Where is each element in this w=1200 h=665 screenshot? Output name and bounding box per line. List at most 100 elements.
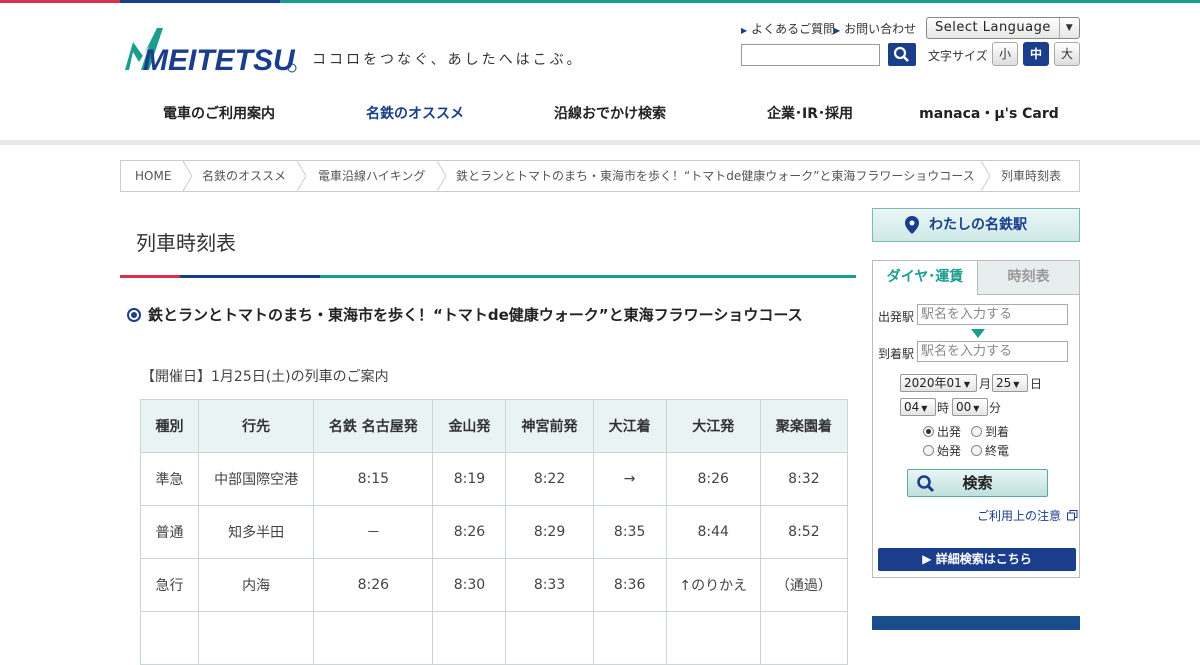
year-month-select[interactable]: 2020年01 ▼: [900, 374, 977, 392]
radio-departure[interactable]: 出発: [923, 423, 961, 440]
table-cell: 準急: [139, 452, 200, 506]
table-header: 種別: [139, 399, 200, 453]
nav-train-guide[interactable]: 電車のご利用案内: [130, 88, 308, 144]
page-title: 列車時刻表: [136, 231, 236, 255]
font-size-medium-button[interactable]: 中: [1023, 42, 1049, 66]
hour-select[interactable]: 04 ▼: [900, 398, 936, 416]
my-meitetsu-station-button[interactable]: わたしの名鉄駅: [872, 208, 1080, 242]
table-header: 大江着: [592, 399, 667, 453]
route-search-button[interactable]: 検索: [907, 469, 1048, 497]
title-underline: [120, 275, 856, 278]
table-cell: →: [592, 452, 667, 506]
table-cell: 8:52: [759, 505, 849, 559]
minute-select[interactable]: 00 ▼: [952, 398, 988, 416]
tab-timetable[interactable]: 時刻表: [977, 261, 1079, 295]
breadcrumb-home[interactable]: HOME: [135, 161, 171, 191]
table-cell: [665, 611, 761, 665]
table-cell: ↑のりかえ: [665, 558, 761, 612]
table-header: 神宮前発: [505, 399, 594, 453]
table-row: 準急 中部国際空港 8:15 8:19 8:22 → 8:26 8:32: [139, 452, 849, 506]
table-cell: 8:19: [432, 452, 507, 506]
bullet-icon: [127, 308, 141, 322]
table-header: 大江発: [665, 399, 761, 453]
nav-manaca[interactable]: manaca・μ's Card: [910, 88, 1068, 144]
table-cell: 8:35: [592, 505, 667, 559]
month-unit: 月: [979, 377, 992, 391]
table-header: 行先: [198, 399, 315, 453]
table-cell: 急行: [139, 558, 200, 612]
event-date: 【開催日】1月25日(土)の列車のご案内: [141, 369, 389, 385]
tagline: ココロをつなぐ、あしたへはこぶ。: [312, 52, 584, 68]
svg-text:MEITETSU: MEITETSU: [143, 44, 296, 74]
table-cell: [505, 611, 594, 665]
departure-label: 出発駅: [878, 310, 915, 324]
nav-corporate[interactable]: 企業･IR･採用: [720, 88, 900, 144]
meitetsu-logo[interactable]: MEITETSU: [123, 22, 299, 74]
table-cell: －: [313, 505, 434, 559]
breadcrumb-recommend[interactable]: 名鉄のオススメ: [202, 161, 286, 191]
usage-notice-link[interactable]: ご利用上の注意: [977, 507, 1078, 524]
nav-outing-search[interactable]: 沿線おでかけ検索: [520, 88, 700, 144]
table-cell: 8:15: [313, 452, 434, 506]
arrow-down-icon: [971, 329, 985, 338]
search-icon: [917, 475, 935, 493]
table-cell: 8:29: [505, 505, 594, 559]
table-header-row: 種別 行先 名鉄 名古屋発 金山発 神宮前発 大江着 大江発 聚楽園着: [139, 399, 849, 453]
hour-unit: 時: [937, 401, 950, 415]
minute-unit: 分: [989, 401, 1002, 415]
detail-search-button[interactable]: ▶ 詳細検索はこちら: [878, 548, 1076, 571]
table-header: 聚楽園着: [759, 399, 849, 453]
breadcrumb-separator-icon: [981, 161, 991, 191]
table-cell: 8:44: [665, 505, 761, 559]
nav-recommend[interactable]: 名鉄のオススメ: [322, 88, 508, 144]
day-select[interactable]: 25 ▼: [992, 374, 1028, 392]
chevron-down-icon: ▼: [1059, 18, 1079, 38]
radio-first-train[interactable]: 始発: [923, 442, 961, 459]
table-cell: [759, 611, 849, 665]
search-button[interactable]: [888, 43, 916, 66]
sidebar-banner[interactable]: [872, 616, 1080, 630]
site-search-input[interactable]: [741, 44, 880, 66]
timetable: 種別 行先 名鉄 名古屋発 金山発 神宮前発 大江着 大江発 聚楽園着 準急 中…: [139, 399, 849, 665]
search-icon: [893, 46, 909, 62]
breadcrumb-course[interactable]: 鉄とランとトマトのまち・東海市を歩く！“トマトde健康ウォーク”と東海フラワーシ…: [456, 161, 975, 191]
table-cell: [139, 611, 200, 665]
course-title: 鉄とランとトマトのまち・東海市を歩く！“トマトde健康ウォーク”と東海フラワーシ…: [148, 306, 803, 324]
global-nav: 電車のご利用案内 名鉄のオススメ 沿線おでかけ検索 企業･IR･採用 manac…: [120, 88, 1080, 144]
breadcrumb-hiking[interactable]: 電車沿線ハイキング: [318, 161, 425, 191]
table-cell: [592, 611, 667, 665]
table-cell: （通過）: [759, 558, 849, 612]
tab-fare[interactable]: ダイヤ･運賃: [873, 261, 977, 295]
font-size-small-button[interactable]: 小: [992, 42, 1018, 66]
arrival-label: 到着駅: [878, 347, 915, 361]
font-size-large-button[interactable]: 大: [1054, 42, 1080, 66]
radio-last-train[interactable]: 終電: [971, 442, 1009, 459]
route-search-panel: ダイヤ･運賃 時刻表 出発駅 駅名を入力する 到着駅 駅名を入力する 2020年…: [872, 260, 1080, 578]
table-cell: 8:26: [313, 558, 434, 612]
departure-station-input[interactable]: 駅名を入力する: [917, 304, 1068, 325]
arrival-station-input[interactable]: 駅名を入力する: [917, 341, 1068, 362]
table-cell: 8:33: [505, 558, 594, 612]
breadcrumb-separator-icon: [297, 161, 307, 191]
contact-link[interactable]: ▶ お問い合わせ: [834, 20, 916, 37]
table-cell: 8:26: [665, 452, 761, 506]
table-cell: 8:36: [592, 558, 667, 612]
table-cell: 8:26: [432, 505, 507, 559]
table-cell: [198, 611, 315, 665]
nav-divider: [0, 140, 1200, 145]
breadcrumb-current: 列車時刻表: [1001, 169, 1062, 183]
breadcrumb-separator-icon: [183, 161, 193, 191]
table-row: 急行 内海 8:26 8:30 8:33 8:36 ↑のりかえ （通過）: [139, 558, 849, 612]
table-row: 普通 知多半田 － 8:26 8:29 8:35 8:44 8:52: [139, 505, 849, 559]
table-cell: 中部国際空港: [198, 452, 315, 506]
faq-link[interactable]: ▶ よくあるご質問: [741, 20, 835, 37]
map-pin-icon: [905, 216, 919, 234]
table-header: 名鉄 名古屋発: [313, 399, 434, 453]
breadcrumb-separator-icon: [437, 161, 447, 191]
table-cell: 8:22: [505, 452, 594, 506]
table-cell: 普通: [139, 505, 200, 559]
table-row: [139, 611, 849, 665]
day-unit: 日: [1030, 377, 1043, 391]
language-select[interactable]: Select Language ▼: [926, 17, 1080, 39]
radio-arrival[interactable]: 到着: [971, 423, 1009, 440]
